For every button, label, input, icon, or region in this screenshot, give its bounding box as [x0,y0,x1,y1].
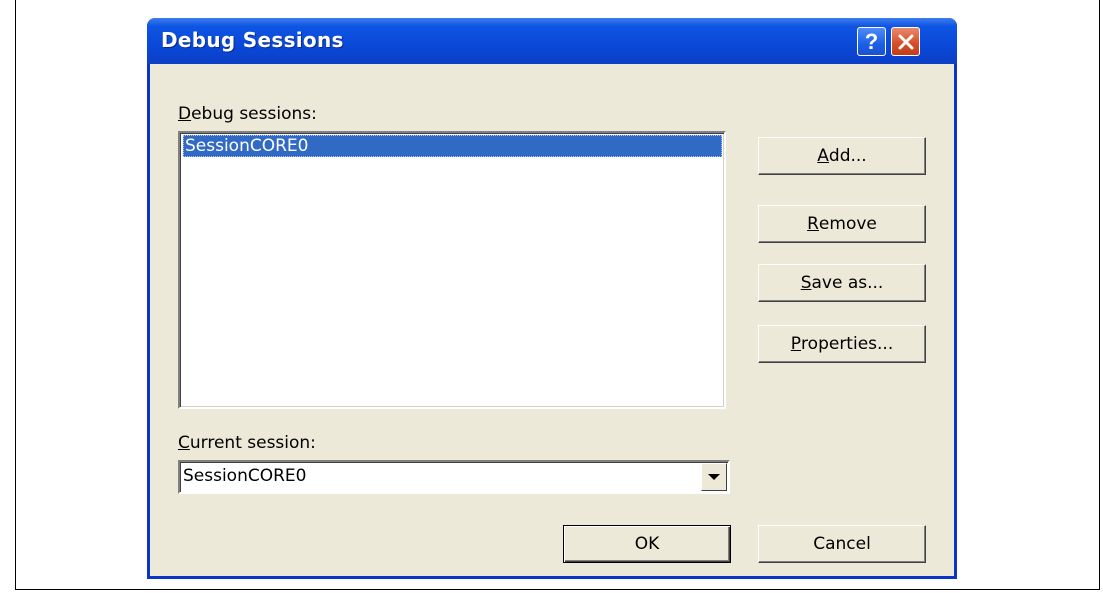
current-session-value: SessionCORE0 [183,466,307,486]
debug-sessions-label: Debug sessions: [178,104,317,124]
cancel-button[interactable]: Cancel [758,525,926,563]
save-as-button[interactable]: Save as... [758,264,926,302]
help-icon[interactable]: ? [857,27,886,56]
chevron-down-icon[interactable] [701,463,727,491]
close-icon[interactable] [891,27,920,56]
list-item[interactable]: SessionCORE0 [183,135,722,157]
close-x-glyph [898,34,913,49]
debug-sessions-list[interactable]: SessionCORE0 [178,131,726,409]
title-bar[interactable]: Debug Sessions ? [147,18,957,64]
debug-sessions-dialog: Debug Sessions ? Debug sessions: Session… [147,18,957,579]
dialog-body: Debug sessions: SessionCORE0 Add... Remo… [150,64,954,576]
dialog-title: Debug Sessions [161,28,344,52]
properties-button[interactable]: Properties... [758,325,926,363]
remove-button[interactable]: Remove [758,205,926,243]
add-button[interactable]: Add... [758,137,926,175]
current-session-label: Current session: [178,433,316,453]
ok-button[interactable]: OK [563,525,731,563]
current-session-select[interactable]: SessionCORE0 [178,460,730,494]
